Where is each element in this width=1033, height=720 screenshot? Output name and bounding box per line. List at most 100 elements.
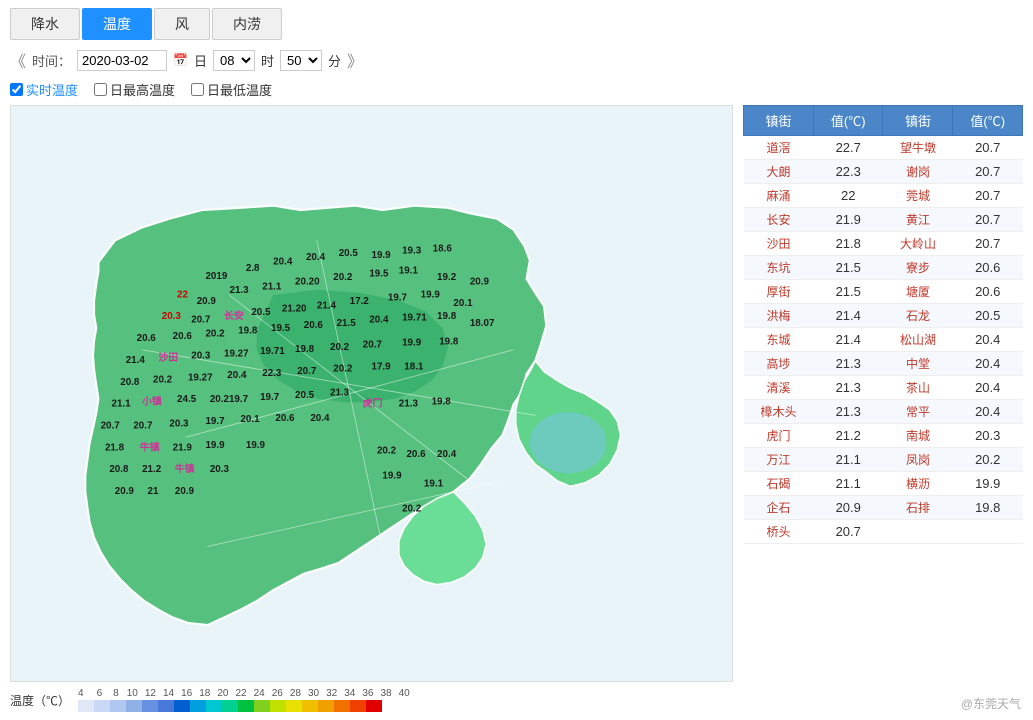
hour-select[interactable]: 08 xyxy=(213,50,255,71)
map-container[interactable]: 2019 2.8 20.4 20.4 20.5 19.9 19.3 18.6 2… xyxy=(10,105,733,682)
table-row: 万江21.1凤岗20.2 xyxy=(744,448,1023,472)
table-cell-13-2: 凤岗 xyxy=(883,448,953,472)
svg-text:20.20: 20.20 xyxy=(295,276,320,287)
table-cell-8-0: 东城 xyxy=(744,328,814,352)
table-cell-14-3: 19.9 xyxy=(953,472,1023,496)
table-cell-3-0: 长安 xyxy=(744,208,814,232)
prev-time-button[interactable]: 《 xyxy=(10,48,26,72)
map-area: 2019 2.8 20.4 20.4 20.5 19.9 19.3 18.6 2… xyxy=(10,105,733,712)
table-cell-9-1: 21.3 xyxy=(813,352,883,376)
table-cell-13-1: 21.1 xyxy=(813,448,883,472)
table-row: 洪梅21.4石龙20.5 xyxy=(744,304,1023,328)
table-cell-14-1: 21.1 xyxy=(813,472,883,496)
table-cell-1-3: 20.7 xyxy=(953,160,1023,184)
table-cell-2-0: 麻涌 xyxy=(744,184,814,208)
table-cell-9-0: 高埗 xyxy=(744,352,814,376)
svg-text:21.3: 21.3 xyxy=(330,388,350,399)
col-header-town2: 镇街 xyxy=(883,106,953,136)
table-cell-7-2: 石龙 xyxy=(883,304,953,328)
minute-select[interactable]: 50 xyxy=(280,50,322,71)
table-cell-3-2: 黄江 xyxy=(883,208,953,232)
svg-text:20.2: 20.2 xyxy=(330,342,350,353)
svg-text:21.4: 21.4 xyxy=(317,300,337,311)
svg-text:20.6: 20.6 xyxy=(406,449,426,460)
svg-text:2019: 2019 xyxy=(205,271,227,282)
table-row: 石碣21.1横沥19.9 xyxy=(744,472,1023,496)
next-time-button[interactable]: 》 xyxy=(347,48,363,72)
table-cell-7-3: 20.5 xyxy=(953,304,1023,328)
table-cell-15-1: 20.9 xyxy=(813,496,883,520)
table-cell-10-2: 茶山 xyxy=(883,376,953,400)
table-row: 企石20.9石排19.8 xyxy=(744,496,1023,520)
svg-text:19.8: 19.8 xyxy=(238,325,258,336)
tab-temperature[interactable]: 温度 xyxy=(82,8,152,40)
svg-text:19.71: 19.71 xyxy=(402,312,427,323)
table-cell-9-3: 20.4 xyxy=(953,352,1023,376)
svg-text:20.9: 20.9 xyxy=(115,486,135,497)
tab-flood[interactable]: 内涝 xyxy=(212,8,282,40)
svg-text:20.9: 20.9 xyxy=(470,276,490,287)
hour-label: 时 xyxy=(261,51,274,70)
calendar-icon[interactable]: 📅 xyxy=(173,53,188,67)
table-row: 东城21.4松山湖20.4 xyxy=(744,328,1023,352)
svg-text:20.4: 20.4 xyxy=(273,257,293,268)
svg-text:21.1: 21.1 xyxy=(262,282,282,293)
svg-text:19.8: 19.8 xyxy=(432,396,452,407)
table-cell-11-3: 20.4 xyxy=(953,400,1023,424)
svg-text:20.6: 20.6 xyxy=(173,331,193,342)
table-cell-0-3: 20.7 xyxy=(953,136,1023,160)
table-cell-6-2: 塘厦 xyxy=(883,280,953,304)
table-cell-4-1: 21.8 xyxy=(813,232,883,256)
mintemp-checkbox-label[interactable]: 日最低温度 xyxy=(191,80,272,99)
table-cell-16-3 xyxy=(953,520,1023,544)
table-cell-10-0: 清溪 xyxy=(744,376,814,400)
svg-text:20.2: 20.2 xyxy=(205,329,225,340)
svg-text:20.4: 20.4 xyxy=(310,413,330,424)
mintemp-checkbox[interactable] xyxy=(191,83,204,96)
table-cell-4-2: 大岭山 xyxy=(883,232,953,256)
table-cell-8-2: 松山湖 xyxy=(883,328,953,352)
svg-text:20.2: 20.2 xyxy=(377,446,397,457)
svg-text:19.5: 19.5 xyxy=(271,323,291,334)
table-cell-2-2: 莞城 xyxy=(883,184,953,208)
maxtemp-checkbox-label[interactable]: 日最高温度 xyxy=(94,80,175,99)
table-cell-6-1: 21.5 xyxy=(813,280,883,304)
table-cell-12-0: 虎门 xyxy=(744,424,814,448)
table-cell-0-0: 道滘 xyxy=(744,136,814,160)
legend-label: 温度（℃） xyxy=(10,692,70,709)
tab-precipitation[interactable]: 降水 xyxy=(10,8,80,40)
table-cell-11-2: 常平 xyxy=(883,400,953,424)
table-cell-9-2: 中堂 xyxy=(883,352,953,376)
svg-text:20.8: 20.8 xyxy=(109,464,129,475)
table-cell-11-1: 21.3 xyxy=(813,400,883,424)
svg-text:19.2: 19.2 xyxy=(437,272,457,283)
date-input[interactable] xyxy=(77,50,167,71)
svg-text:19.8: 19.8 xyxy=(295,344,315,355)
table-cell-12-1: 21.2 xyxy=(813,424,883,448)
table-row: 大朗22.3谢岗20.7 xyxy=(744,160,1023,184)
table-row: 沙田21.8大岭山20.7 xyxy=(744,232,1023,256)
day-label: 日 xyxy=(194,51,207,70)
svg-text:24.5: 24.5 xyxy=(177,394,197,405)
svg-text:17.9: 17.9 xyxy=(372,361,392,372)
svg-text:牛镇: 牛镇 xyxy=(140,440,160,453)
realtime-checkbox-label[interactable]: 实时温度 xyxy=(10,80,78,99)
svg-text:19.9: 19.9 xyxy=(421,289,441,300)
svg-text:19.8: 19.8 xyxy=(439,336,459,347)
realtime-checkbox[interactable] xyxy=(10,83,23,96)
tab-wind[interactable]: 风 xyxy=(154,8,210,40)
svg-text:20.7: 20.7 xyxy=(297,366,317,377)
svg-text:20.2: 20.2 xyxy=(333,272,353,283)
table-cell-2-3: 20.7 xyxy=(953,184,1023,208)
svg-text:19.9: 19.9 xyxy=(246,440,266,451)
svg-text:20.9: 20.9 xyxy=(197,296,217,307)
svg-text:21.4: 21.4 xyxy=(126,355,146,366)
svg-text:19.1: 19.1 xyxy=(424,478,444,489)
table-cell-7-1: 21.4 xyxy=(813,304,883,328)
svg-text:20.5: 20.5 xyxy=(251,307,271,318)
maxtemp-checkbox[interactable] xyxy=(94,83,107,96)
table-cell-0-1: 22.7 xyxy=(813,136,883,160)
table-cell-6-3: 20.6 xyxy=(953,280,1023,304)
table-row: 麻涌22莞城20.7 xyxy=(744,184,1023,208)
svg-text:20.6: 20.6 xyxy=(275,413,295,424)
